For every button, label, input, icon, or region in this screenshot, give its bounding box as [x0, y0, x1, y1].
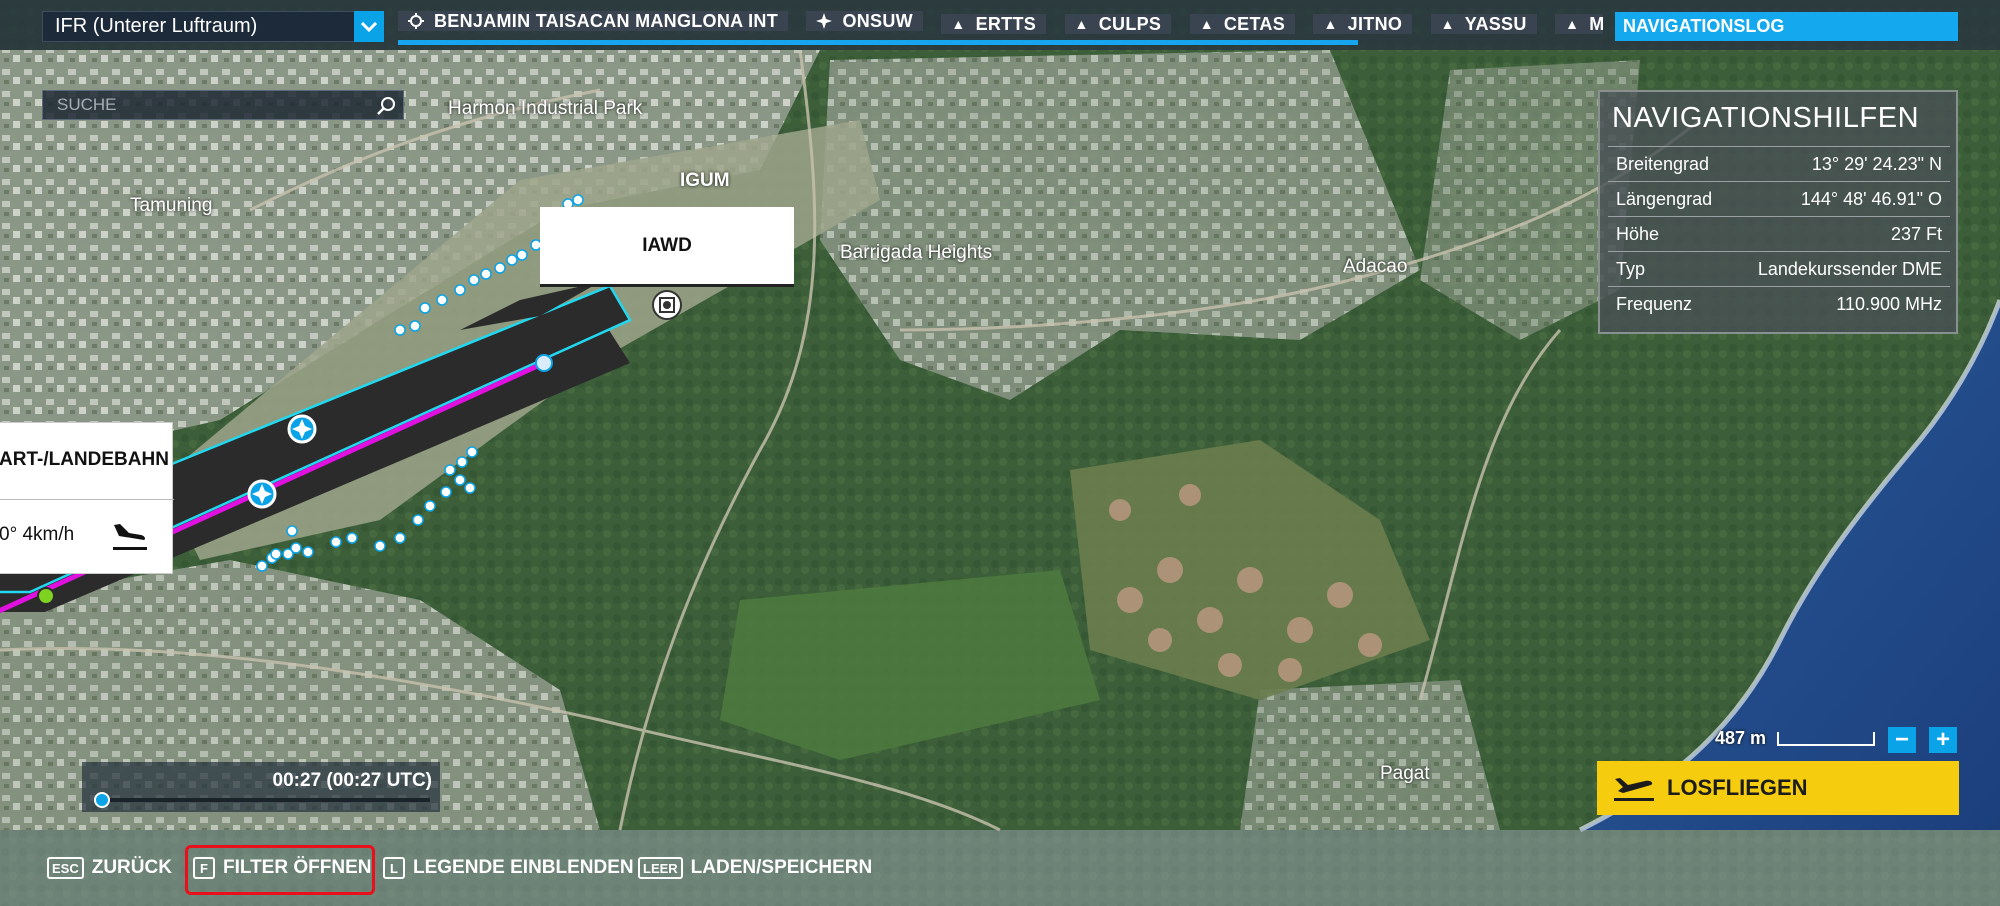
runway-card-divider: [0, 499, 174, 500]
waypoint-0[interactable]: BENJAMIN TAISACAN MANGLONA INT: [398, 11, 788, 31]
load-save-button[interactable]: LEER LADEN/SPEICHERN: [638, 853, 872, 883]
navaids-row: Längengrad 144° 48' 46.91" O: [1608, 181, 1950, 217]
waypoint-6[interactable]: ▲ YASSU: [1430, 14, 1537, 34]
zoom-in-button[interactable]: +: [1929, 727, 1957, 753]
navaids-row: Frequenz 110.900 MHz: [1608, 286, 1950, 322]
flight-plan-scroll-indicator[interactable]: [398, 40, 1358, 45]
time-slider-track[interactable]: [102, 798, 430, 802]
time-value: 00:27 (00:27 UTC): [272, 770, 432, 791]
map-scale-label: 487 m: [1715, 728, 1767, 748]
time-of-day-panel: 00:27 (00:27 UTC): [82, 762, 440, 812]
search-input[interactable]: [43, 91, 363, 119]
navlog-button[interactable]: NAVIGATIONSLOG: [1615, 12, 1958, 41]
takeoff-plane-icon: [1614, 778, 1654, 801]
landing-plane-icon: [113, 524, 147, 550]
world-map-screen: Harmon Industrial Park Tamuning IGUM Bar…: [0, 0, 2000, 906]
map-label-pagat: Pagat: [1380, 763, 1430, 784]
show-legend-button[interactable]: L LEGENDE EINBLENDEN: [383, 853, 634, 883]
navaids-row: Breitengrad 13° 29' 24.23" N: [1608, 146, 1950, 182]
top-bar: IFR (Unterer Luftraum) BENJAMIN TAISACAN…: [0, 0, 2000, 50]
fly-button[interactable]: LOSFLIEGEN: [1597, 761, 1959, 815]
zoom-out-button[interactable]: −: [1888, 727, 1916, 753]
l-key-icon: L: [383, 857, 405, 879]
bottom-bar: ESC ZURÜCK F FILTER ÖFFNEN L LEGENDE EIN…: [0, 830, 2000, 906]
navaids-row: Typ Landekurssender DME: [1608, 251, 1950, 287]
navaids-table: Breitengrad 13° 29' 24.23" N Längengrad 14…: [1608, 146, 1950, 322]
waypoint-4[interactable]: ▲ CETAS: [1189, 14, 1296, 34]
waypoint-triangle-icon: ▲: [951, 16, 966, 32]
search-icon[interactable]: [375, 95, 397, 117]
waypoint-7[interactable]: ▲ M: [1555, 14, 1603, 34]
map-label-harmon: Harmon Industrial Park: [448, 98, 643, 119]
map-scale-bar: [1777, 732, 1875, 746]
map-label-adacao: Adacao: [1343, 256, 1408, 277]
navaid-tag-iawd[interactable]: IAWD: [540, 207, 794, 287]
back-button[interactable]: ESC ZURÜCK: [47, 853, 172, 883]
navaids-panel: NAVIGATIONSHILFEN Breitengrad 13° 29' 24.…: [1598, 90, 1958, 334]
space-key-icon: LEER: [638, 857, 683, 879]
esc-key-icon: ESC: [47, 857, 84, 879]
waypoint-5[interactable]: ▲ JITNO: [1313, 14, 1413, 34]
map-label-tamuning: Tamuning: [130, 195, 213, 216]
vor-icon: [816, 13, 833, 29]
airport-icon: [408, 13, 424, 29]
waypoint-2[interactable]: ▲ ERTTS: [941, 14, 1047, 34]
fly-button-label: LOSFLIEGEN: [1667, 775, 1808, 800]
flight-plan-strip[interactable]: BENJAMIN TAISACAN MANGLONA INT ONSUW ▲ ER…: [398, 11, 1603, 35]
map-label-barrigada: Barrigada Heights: [840, 242, 993, 263]
runway-card-title: ART-/LANDEBAHN: [0, 449, 169, 470]
search-box[interactable]: [42, 90, 404, 120]
waypoint-triangle-icon: ▲: [1323, 16, 1338, 32]
navaids-row: Höhe 237 Ft: [1608, 216, 1950, 252]
waypoint-triangle-icon: ▲: [1440, 16, 1455, 32]
navaids-title: NAVIGATIONSHILFEN: [1612, 102, 1920, 134]
load-save-label: LADEN/SPEICHERN: [690, 857, 873, 878]
runway-info-card[interactable]: ART-/LANDEBAHN 0° 4km/h: [0, 422, 174, 574]
waypoint-triangle-icon: ▲: [1199, 16, 1214, 32]
flight-rule-value: IFR (Unterer Luftraum): [55, 15, 258, 37]
chevron-down-icon[interactable]: [354, 11, 384, 42]
highlight-annotation: [185, 845, 375, 895]
map-label-igum[interactable]: IGUM: [680, 170, 730, 192]
waypoint-3[interactable]: ▲ CULPS: [1064, 14, 1172, 34]
show-legend-label: LEGENDE EINBLENDEN: [413, 857, 634, 878]
back-label: ZURÜCK: [91, 857, 172, 878]
runway-card-wind: 0° 4km/h: [0, 524, 75, 545]
waypoint-1[interactable]: ONSUW: [806, 11, 923, 31]
waypoint-triangle-icon: ▲: [1565, 16, 1580, 32]
waypoint-triangle-icon: ▲: [1074, 16, 1089, 32]
time-slider-handle[interactable]: [94, 792, 110, 808]
flight-rule-dropdown[interactable]: IFR (Unterer Luftraum): [42, 11, 384, 42]
